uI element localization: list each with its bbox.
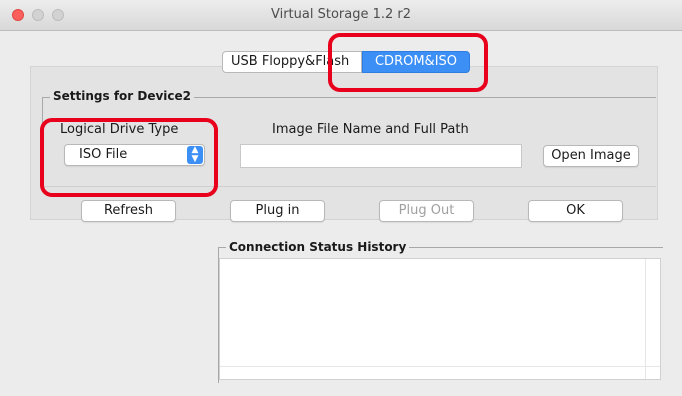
image-path-label: Image File Name and Full Path bbox=[272, 122, 469, 137]
plug-out-button[interactable]: Plug Out bbox=[379, 200, 474, 222]
tab-bar: USB Floppy&Flash CDROM&ISO bbox=[222, 51, 470, 73]
tab-cdrom-iso[interactable]: CDROM&ISO bbox=[362, 51, 470, 73]
device-settings-group bbox=[42, 97, 656, 187]
connection-history-log[interactable] bbox=[219, 258, 661, 380]
open-image-button[interactable]: Open Image bbox=[543, 145, 639, 167]
tab-usb-floppy-flash[interactable]: USB Floppy&Flash bbox=[222, 51, 362, 73]
history-horizontal-scrollbar[interactable] bbox=[220, 366, 660, 379]
title-bar: Virtual Storage 1.2 r2 bbox=[0, 0, 682, 31]
panel-divider bbox=[40, 186, 656, 187]
logical-drive-type-label: Logical Drive Type bbox=[60, 122, 179, 137]
ok-button[interactable]: OK bbox=[528, 200, 623, 222]
logical-drive-type-select[interactable]: ISO File ▲ ▼ bbox=[64, 144, 205, 166]
history-vertical-scrollbar[interactable] bbox=[645, 259, 660, 379]
plug-in-button[interactable]: Plug in bbox=[230, 200, 325, 222]
logical-drive-type-value: ISO File bbox=[79, 147, 128, 162]
window-title: Virtual Storage 1.2 r2 bbox=[270, 7, 412, 22]
device-settings-legend: Settings for Device2 bbox=[50, 89, 195, 103]
updown-chevron-icon: ▲ ▼ bbox=[187, 146, 203, 164]
connection-history-legend: Connection Status History bbox=[226, 240, 410, 254]
image-path-input[interactable] bbox=[240, 144, 522, 168]
refresh-button[interactable]: Refresh bbox=[81, 200, 176, 222]
